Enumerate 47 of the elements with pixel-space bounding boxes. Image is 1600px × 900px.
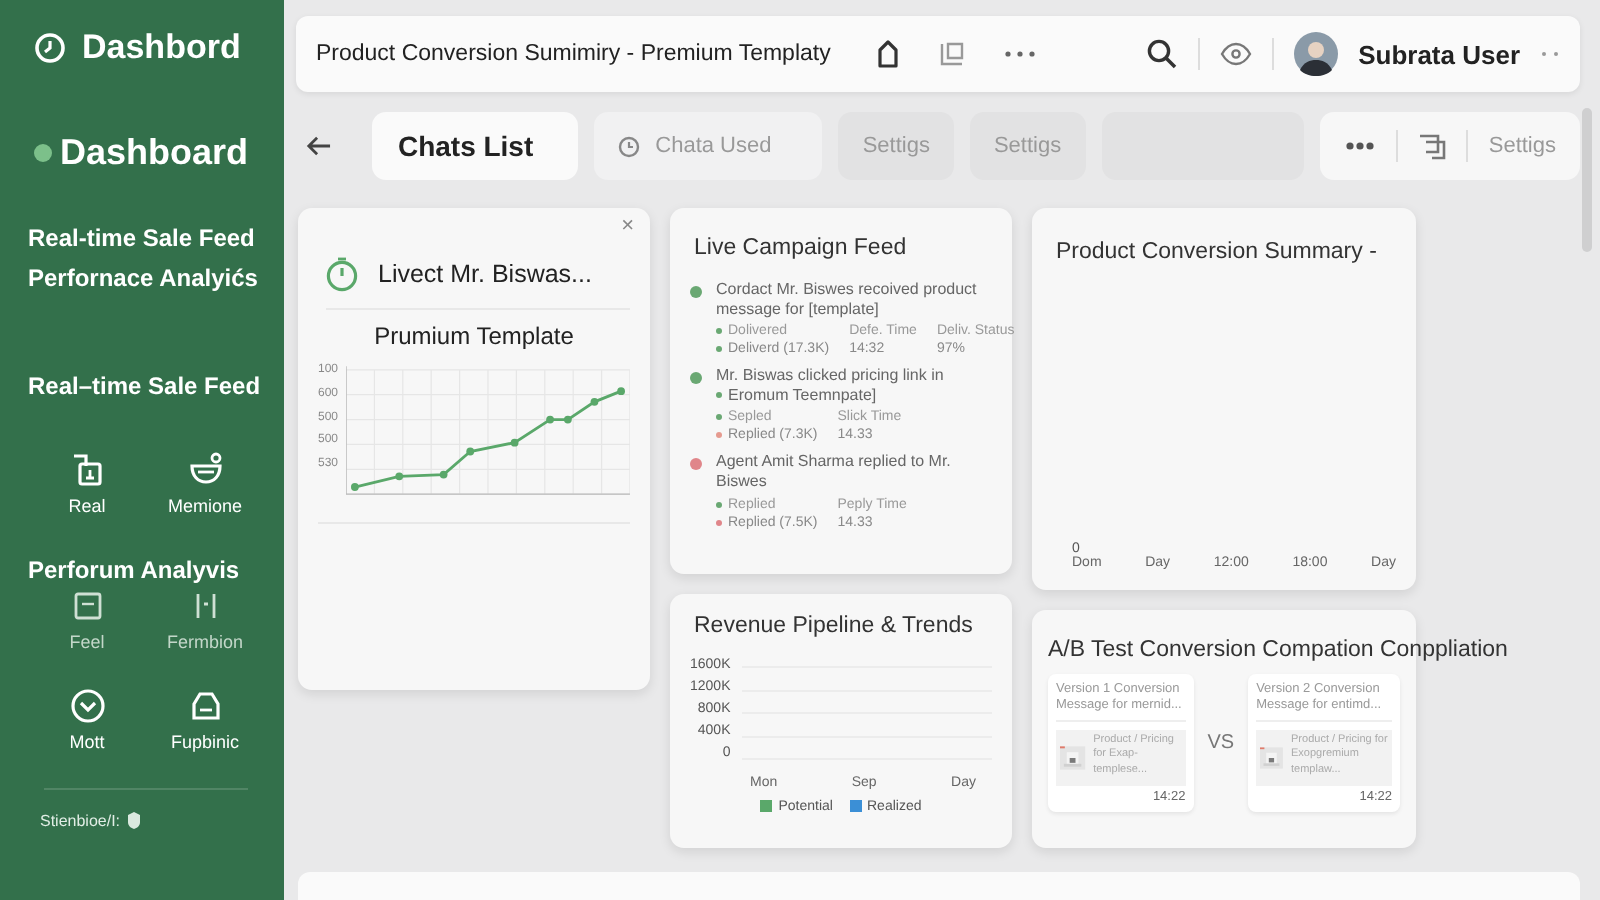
search-icon[interactable]: [1146, 38, 1179, 70]
square-icon: [69, 588, 105, 624]
tray-icon: [187, 688, 223, 724]
sidebar-item[interactable]: Real–time Sale Feed: [28, 372, 264, 400]
card-title: Live Campaign Feed: [694, 236, 909, 260]
close-button[interactable]: ×: [621, 216, 634, 238]
frame-icon[interactable]: [1418, 132, 1447, 160]
timer-icon: [326, 256, 358, 292]
shield-icon: [126, 810, 143, 830]
sidebar-tile[interactable]: Feel: [28, 588, 146, 652]
sidebar-item[interactable]: Real-time Sale Feed: [28, 224, 264, 252]
bowl-icon: [187, 452, 223, 488]
feed-message: Eromum Teemnpate]: [728, 385, 877, 405]
more-icon[interactable]: [1002, 48, 1039, 60]
feed-message: Agent Amit Sharma replied to Mr. Biswes: [716, 452, 953, 492]
app-title: Dashbord: [82, 28, 241, 68]
avatar-icon[interactable]: [1294, 32, 1339, 76]
sidebar-tile[interactable]: Fermbion: [146, 588, 264, 652]
sidebar-tile[interactable]: Fupbinic: [146, 688, 264, 752]
back-arrow-icon[interactable]: [306, 134, 332, 158]
card-title: A/B Test Conversion Compation Conppliation: [1048, 638, 1508, 662]
feed-message: Mr. Biswas clicked pricing link in: [716, 366, 946, 386]
layout-icon[interactable]: [938, 40, 967, 68]
vs-label: VS: [1207, 732, 1235, 755]
chart-title: Prumium Template: [372, 322, 576, 350]
page-title: Product Conversion Sumimiry - Premium Templaty: [316, 42, 831, 66]
chevron-circle-icon: [69, 688, 105, 724]
footer-label: Stienbioe/I:: [40, 811, 121, 829]
user-name[interactable]: Subrata User: [1358, 39, 1520, 69]
feed-message: Cordact Mr. Biswes recoived product message for [template]: [716, 280, 979, 319]
scrollbar[interactable]: [1582, 108, 1592, 252]
card-title: Livect Mr. Biswas...: [378, 260, 592, 288]
sidebar-tile[interactable]: Mott: [28, 688, 146, 752]
clock-icon: [617, 135, 640, 157]
document-icon: [69, 452, 105, 488]
eye-icon[interactable]: [1220, 42, 1253, 66]
tab[interactable]: Chats List: [371, 112, 578, 180]
more-icon[interactable]: [1344, 140, 1377, 152]
sidebar-tile[interactable]: Memione: [146, 452, 264, 516]
clock-icon: [34, 32, 66, 64]
sidebar-item[interactable]: Dashboard: [34, 132, 264, 174]
card-title: Revenue Pipeline & Trends: [694, 614, 975, 638]
bullet-dot: [716, 392, 722, 399]
sidebar-item[interactable]: Perfornace Analyićs: [28, 264, 264, 292]
card-title: Product Conversion Summary -: [1056, 240, 1379, 264]
section-heading: Perforum Analyvis: [28, 556, 242, 584]
sidebar-tile[interactable]: Real: [28, 452, 146, 516]
